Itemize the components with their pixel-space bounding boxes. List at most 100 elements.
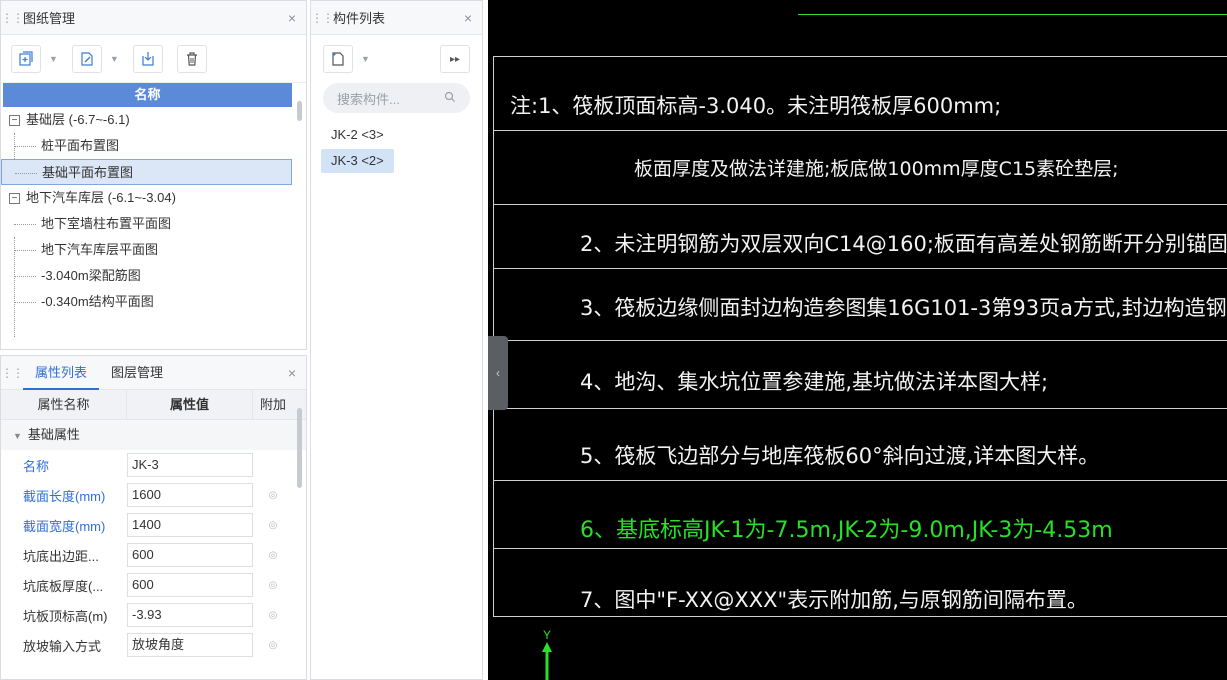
new-component-icon <box>332 52 344 66</box>
tree-item[interactable]: 地下室墙柱布置平面图 <box>1 211 292 237</box>
new-component-dropdown-icon[interactable]: ▼ <box>361 54 370 64</box>
add-drawing-button[interactable] <box>11 44 41 73</box>
drawing-panel-close-button[interactable]: × <box>278 10 306 26</box>
collapse-sidebar-button[interactable]: ‹ <box>488 336 508 410</box>
tree-item[interactable]: 地下汽车库层平面图 <box>1 237 292 263</box>
table-line <box>493 616 1227 617</box>
tree-item-selected[interactable]: 基础平面布置图 <box>1 159 292 185</box>
property-value-input[interactable]: JK-3 <box>127 453 253 477</box>
property-group-label: 基础属性 <box>27 427 80 442</box>
table-line <box>493 408 1227 409</box>
properties-panel-close-button[interactable]: × <box>278 365 306 381</box>
property-row: 坑板顶标高(m) -3.93 ◎ <box>1 600 306 630</box>
attach-radio-icon[interactable]: ◎ <box>253 520 293 531</box>
component-search-input[interactable]: 搜索构件... <box>323 83 470 113</box>
add-drawing-group: ▼ <box>11 44 58 73</box>
property-value-input[interactable]: 600 <box>127 573 253 597</box>
property-row: 放坡输入方式 放坡角度 ◎ <box>1 630 306 660</box>
component-toolbar: ▼ ▸▸ <box>311 35 482 83</box>
property-row: 坑底出边距... 600 ◎ <box>1 540 306 570</box>
tab-property-list[interactable]: 属性列表 <box>23 356 100 390</box>
property-name: 名称 <box>23 458 50 474</box>
attach-radio-icon[interactable]: ◎ <box>253 640 293 651</box>
property-group[interactable]: ▼ 基础属性 <box>1 420 306 450</box>
cad-note-1b: 板面厚度及做法详建施;板底做100mm厚度C15素砼垫层; <box>634 158 1119 180</box>
cad-note-1: 注:1、筏板顶面标高-3.040。未注明筏板厚600mm; <box>510 94 1002 118</box>
property-value-input[interactable]: 1600 <box>127 483 253 507</box>
tree-item[interactable]: -0.340m结构平面图 <box>1 289 292 315</box>
edit-drawing-dropdown-icon[interactable]: ▼ <box>110 54 119 64</box>
drag-handle-icon[interactable]: ⋮⋮ <box>1 11 24 25</box>
property-name: 坑底出边距... <box>23 548 99 564</box>
property-row: 截面宽度(mm) 1400 ◎ <box>1 510 306 540</box>
tab-layer-management[interactable]: 图层管理 <box>99 356 175 390</box>
table-line <box>493 204 1227 205</box>
cad-note-2: 2、未注明钢筋为双层双向C14@160;板面有高差处钢筋断开分别锚固。 <box>580 232 1227 256</box>
collapse-icon[interactable]: − <box>9 114 20 126</box>
component-panel-title: 构件列表 <box>333 11 386 26</box>
delete-drawing-button[interactable] <box>176 44 207 73</box>
tree-folder-garage[interactable]: − 地下汽车库层 (-6.1~-3.04) <box>1 185 292 211</box>
cad-note-4: 4、地沟、集水坑位置参建施,基坑做法详本图大样; <box>580 370 1049 394</box>
attach-radio-icon[interactable]: ◎ <box>253 550 293 561</box>
component-item-selected[interactable]: JK-3 <2> <box>321 149 394 173</box>
expand-panel-button[interactable]: ▸▸ <box>440 45 470 73</box>
component-panel-header: ⋮⋮ 构件列表 × <box>311 1 482 35</box>
column-header-extra: 附加 <box>259 397 286 412</box>
add-drawing-icon <box>19 50 33 66</box>
import-drawing-button[interactable] <box>132 44 163 73</box>
cad-drawing-canvas[interactable]: 注:1、筏板顶面标高-3.040。未注明筏板厚600mm; 板面厚度及做法详建施… <box>488 0 1227 680</box>
component-list-panel: ⋮⋮ 构件列表 × ▼ ▸▸ 搜索构件... JK-2 <3> JK-3 <2> <box>310 0 483 680</box>
drawing-management-panel: ⋮⋮ 图纸管理 × ▼ ▼ 名称 − 基础层 (-6.7~-6.1) 桩平面布置… <box>0 0 307 350</box>
cad-note-7: 7、图中"F-XX@XXX"表示附加筋,与原钢筋间隔布置。 <box>580 588 1088 612</box>
drag-handle-icon[interactable]: ⋮⋮ <box>1 366 24 380</box>
folder-label: 基础层 (-6.7~-6.1) <box>26 112 130 127</box>
tree-item[interactable]: 桩平面布置图 <box>1 133 292 159</box>
property-value-input[interactable]: 600 <box>127 543 253 567</box>
drawing-tree: − 基础层 (-6.7~-6.1) 桩平面布置图 基础平面布置图 − 地下汽车库… <box>1 107 292 337</box>
axis-arrow-icon <box>542 642 552 680</box>
property-name: 坑底板厚度(... <box>23 578 104 594</box>
attach-radio-icon[interactable]: ◎ <box>253 490 293 501</box>
collapse-icon[interactable]: − <box>9 192 20 204</box>
import-drawing-icon <box>142 51 154 66</box>
properties-panel: ⋮⋮ 属性列表 图层管理 × 属性名称 属性值 附加 ▼ 基础属性 名称 JK-3… <box>0 355 307 680</box>
attach-radio-icon[interactable]: ◎ <box>253 610 293 621</box>
attach-radio-icon[interactable]: ◎ <box>253 580 293 591</box>
properties-scrollbar[interactable] <box>297 408 302 488</box>
properties-panel-header: ⋮⋮ 属性列表 图层管理 × <box>1 356 306 390</box>
table-line <box>493 268 1227 269</box>
drawing-toolbar: ▼ ▼ <box>1 35 306 83</box>
search-icon[interactable] <box>444 91 456 106</box>
property-name: 截面长度(mm) <box>23 488 106 504</box>
add-drawing-dropdown-icon[interactable]: ▼ <box>49 54 58 64</box>
table-line <box>493 340 1227 341</box>
component-panel-close-button[interactable]: × <box>454 10 482 26</box>
property-value-input[interactable]: -3.93 <box>127 603 253 627</box>
cad-note-3: 3、筏板边缘侧面封边构造参图集16G101-3第93页a方式,封边构造钢筋采用C… <box>580 296 1227 320</box>
property-value-input[interactable]: 1400 <box>127 513 253 537</box>
tree-column-header: 名称 <box>3 83 292 107</box>
column-header-name: 属性名称 <box>1 390 127 419</box>
component-item[interactable]: JK-2 <3> <box>321 123 394 147</box>
drawing-panel-header: ⋮⋮ 图纸管理 × <box>1 1 306 35</box>
properties-table-header: 属性名称 属性值 附加 <box>1 390 306 420</box>
table-line <box>493 56 1227 57</box>
collapse-arrow-icon[interactable]: ▼ <box>13 431 22 441</box>
search-placeholder: 搜索构件... <box>337 91 400 107</box>
tree-folder-foundation[interactable]: − 基础层 (-6.7~-6.1) <box>1 107 292 133</box>
edit-drawing-button[interactable] <box>71 44 102 73</box>
table-line <box>493 480 1227 481</box>
drag-handle-icon[interactable]: ⋮⋮ <box>311 11 334 25</box>
tree-item[interactable]: -3.040m梁配筋图 <box>1 263 292 289</box>
canvas-top-green-line <box>798 14 1227 15</box>
property-name: 坑板顶标高(m) <box>23 608 108 624</box>
property-name: 放坡输入方式 <box>23 638 102 654</box>
property-value-input[interactable]: 放坡角度 <box>127 633 253 657</box>
cad-note-6: 6、基底标高JK-1为-7.5m,JK-2为-9.0m,JK-3为-4.53m <box>580 518 1113 543</box>
tree-scrollbar[interactable] <box>297 101 302 121</box>
edit-drawing-icon <box>81 51 93 66</box>
ucs-axis-icon: Y <box>538 628 568 680</box>
new-component-button[interactable] <box>323 45 353 73</box>
edit-drawing-group: ▼ <box>71 44 119 73</box>
